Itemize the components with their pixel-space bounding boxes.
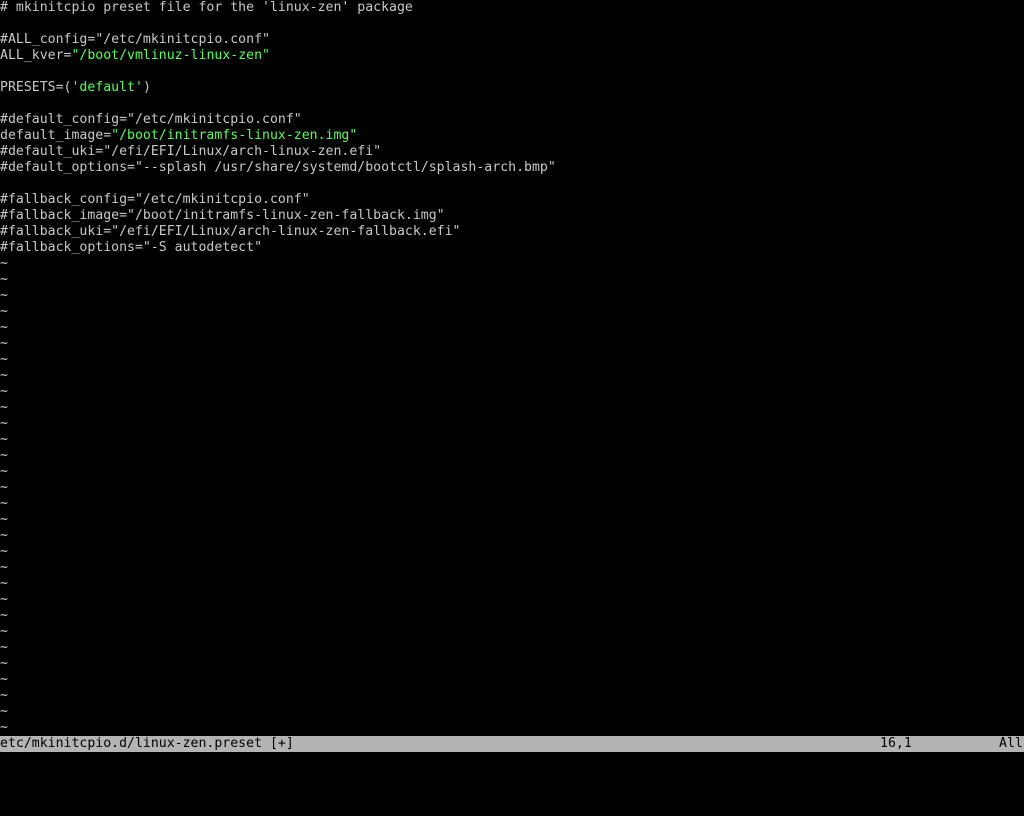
comment-text: #fallback_uki="/efi/EFI/Linux/arch-linux… — [0, 224, 461, 239]
empty-line-tilde: ~ — [0, 416, 8, 431]
empty-line-tilde: ~ — [0, 720, 8, 735]
empty-line-tilde: ~ — [0, 320, 8, 335]
comment-text: # mkinitcpio preset file for the 'linux-… — [0, 0, 413, 15]
comment-text: #fallback_config="/etc/mkinitcpio.conf" — [0, 192, 310, 207]
editor-line[interactable]: default_image="/boot/initramfs-linux-zen… — [0, 128, 1024, 144]
empty-line-tilde: ~ — [0, 624, 8, 639]
comment-text: #ALL_config="/etc/mkinitcpio.conf" — [0, 32, 270, 47]
empty-line-tilde: ~ — [0, 448, 8, 463]
comment-text: #fallback_image="/boot/initramfs-linux-z… — [0, 208, 445, 223]
code-text: default_image= — [0, 128, 112, 143]
editor-line[interactable]: ALL_kver="/boot/vmlinuz-linux-zen" — [0, 48, 1024, 64]
editor-line[interactable]: #default_options="--splash /usr/share/sy… — [0, 160, 1024, 176]
empty-line-tilde: ~ — [0, 528, 8, 543]
editor-line[interactable]: #ALL_config="/etc/mkinitcpio.conf" — [0, 32, 1024, 48]
empty-line-tilde: ~ — [0, 656, 8, 671]
empty-line-tilde: ~ — [0, 304, 8, 319]
editor-line[interactable]: #fallback_options="-S autodetect" — [0, 240, 1024, 256]
comment-text: #default_uki="/efi/EFI/Linux/arch-linux-… — [0, 144, 382, 159]
editor-line[interactable]: #fallback_image="/boot/initramfs-linux-z… — [0, 208, 1024, 224]
empty-line-tilde: ~ — [0, 672, 8, 687]
editor-line[interactable]: #default_config="/etc/mkinitcpio.conf" — [0, 112, 1024, 128]
empty-line-tilde: ~ — [0, 368, 8, 383]
empty-line-tilde: ~ — [0, 256, 8, 271]
empty-line-tilde: ~ — [0, 480, 8, 495]
empty-line-tilde: ~ — [0, 576, 8, 591]
code-text: ) — [142, 80, 151, 95]
editor-line[interactable] — [0, 176, 1024, 192]
string-literal: "/boot/initramfs-linux-zen.img" — [111, 128, 358, 143]
statusline-cursor-position: 16,1 — [880, 736, 912, 751]
editor-line[interactable]: #fallback_config="/etc/mkinitcpio.conf" — [0, 192, 1024, 208]
editor-line[interactable] — [0, 16, 1024, 32]
empty-line-tilde: ~ — [0, 560, 8, 575]
editor-line[interactable]: PRESETS=('default') — [0, 80, 1024, 96]
empty-line-tilde: ~ — [0, 592, 8, 607]
vim-statusline: etc/mkinitcpio.d/linux-zen.preset [+] 16… — [0, 736, 1024, 752]
empty-line-tilde: ~ — [0, 272, 8, 287]
empty-line-tilde: ~ — [0, 544, 8, 559]
empty-line-tilde: ~ — [0, 352, 8, 367]
code-text: ALL_kver= — [0, 48, 72, 63]
empty-line-tilde: ~ — [0, 432, 8, 447]
empty-line-tilde: ~ — [0, 688, 8, 703]
empty-line-tilde: ~ — [0, 400, 8, 415]
editor-buffer[interactable]: # mkinitcpio preset file for the 'linux-… — [0, 0, 1024, 736]
comment-text: #default_config="/etc/mkinitcpio.conf" — [0, 112, 302, 127]
empty-line-tilde: ~ — [0, 608, 8, 623]
editor-line[interactable]: #default_uki="/efi/EFI/Linux/arch-linux-… — [0, 144, 1024, 160]
empty-line-tilde: ~ — [0, 704, 8, 719]
comment-text: #default_options="--splash /usr/share/sy… — [0, 160, 556, 175]
empty-line-tilde: ~ — [0, 384, 8, 399]
string-literal: 'default' — [71, 80, 143, 95]
editor-line[interactable]: # mkinitcpio preset file for the 'linux-… — [0, 0, 1024, 16]
empty-line-tilde: ~ — [0, 512, 8, 527]
empty-line-tilde: ~ — [0, 288, 8, 303]
statusline-filename: etc/mkinitcpio.d/linux-zen.preset [+] — [0, 736, 294, 751]
empty-line-tilde: ~ — [0, 464, 8, 479]
editor-line[interactable] — [0, 96, 1024, 112]
terminal-window[interactable]: # mkinitcpio preset file for the 'linux-… — [0, 0, 1024, 768]
statusline-scroll-position: All — [999, 736, 1023, 751]
comment-text: #fallback_options="-S autodetect" — [0, 240, 263, 255]
editor-line[interactable] — [0, 64, 1024, 80]
code-text: PRESETS=( — [0, 80, 72, 95]
empty-line-tilde: ~ — [0, 496, 8, 511]
string-literal: "/boot/vmlinuz-linux-zen" — [71, 48, 270, 63]
empty-line-tilde: ~ — [0, 640, 8, 655]
empty-line-tilde: ~ — [0, 336, 8, 351]
vim-command-line[interactable] — [0, 752, 1024, 768]
editor-line[interactable]: #fallback_uki="/efi/EFI/Linux/arch-linux… — [0, 224, 1024, 240]
